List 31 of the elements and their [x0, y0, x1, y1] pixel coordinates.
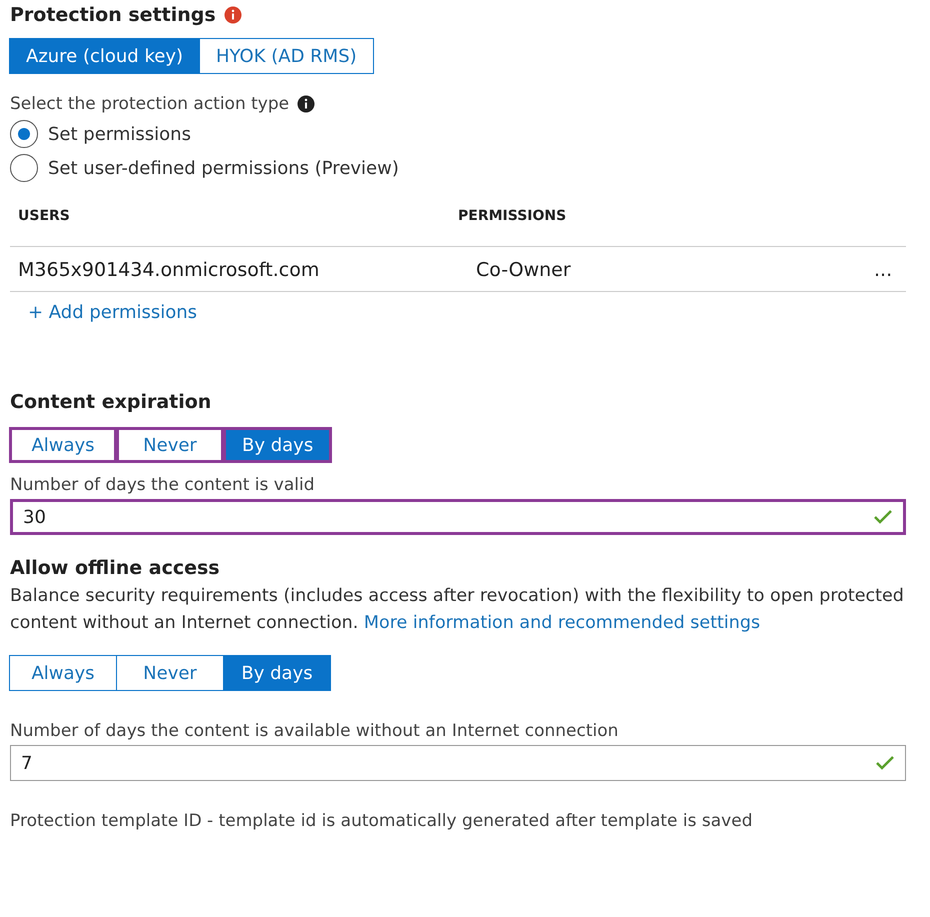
field-label: Number of days the content is valid — [10, 475, 315, 495]
field-label: Number of days the content is available without an Internet connection — [10, 721, 618, 741]
table-cell-text: Co-Owner — [475, 258, 572, 283]
days-field[interactable]: 30 — [10, 499, 906, 535]
column-header: USERS — [17, 207, 71, 226]
info-icon — [297, 95, 316, 113]
description-text: Balance security requirements (includes access after revocation) with the flexibility to open protected content without an Internet connection. More information and recommended settings — [10, 585, 905, 635]
settings-link[interactable]: More information and recommended settings — [364, 613, 760, 633]
segment-button[interactable]: Never — [116, 655, 224, 691]
section-title: Content expiration — [10, 391, 212, 413]
radio-label: Set permissions — [48, 124, 191, 144]
note-text: Protection template ID - template id is automatically generated after template is saved — [10, 811, 752, 831]
radio-label: Set user-defined permissions (Preview) — [48, 158, 399, 178]
column-header: PERMISSIONS — [457, 207, 568, 226]
info-icon — [224, 6, 242, 24]
segment-button[interactable]: By days — [223, 427, 332, 463]
radio-button[interactable] — [10, 154, 38, 182]
segment-button[interactable]: Always — [9, 427, 117, 463]
section-title: Allow offline access — [10, 557, 220, 579]
add-permissions-link[interactable]: + Add permissions — [28, 302, 198, 323]
table-cell-text: M365x901434.onmicrosoft.com — [17, 258, 320, 283]
segment-button[interactable]: By days — [223, 655, 331, 691]
more-button[interactable]: ... — [866, 247, 906, 291]
segment-button[interactable]: Always — [9, 655, 117, 691]
section-title: Protection settings — [10, 4, 216, 26]
field-label: Select the protection action type — [10, 94, 290, 114]
radio-button[interactable] — [10, 120, 38, 148]
segment-button[interactable]: Azure (cloud key) — [9, 38, 200, 74]
days-field[interactable]: 7 — [10, 745, 906, 781]
segment-button[interactable]: Never — [116, 427, 224, 463]
segment-button[interactable]: HYOK (AD RMS) — [199, 38, 374, 74]
